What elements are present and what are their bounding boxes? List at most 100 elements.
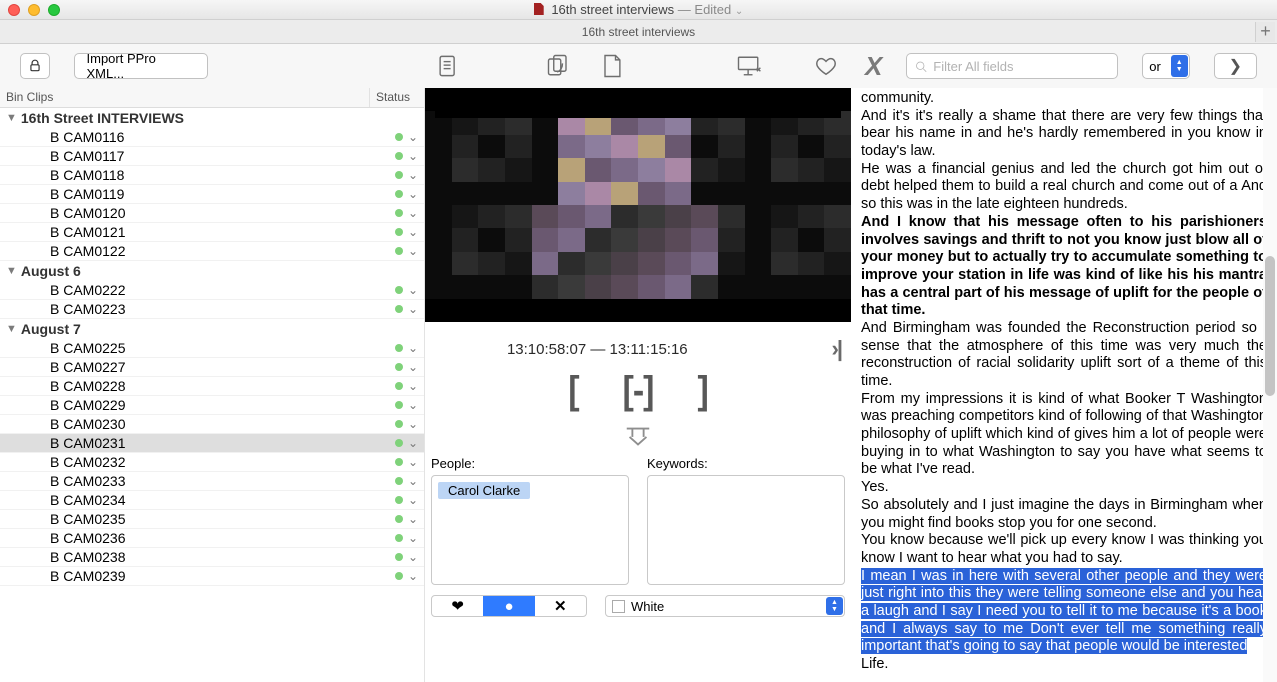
- status-chevron-icon[interactable]: ⌄: [408, 493, 418, 507]
- range-controls: [ [-] ]: [425, 368, 851, 415]
- bin-header-clips[interactable]: Bin Clips: [0, 88, 370, 107]
- status-chevron-icon[interactable]: ⌄: [408, 283, 418, 297]
- title-chevron-icon[interactable]: ⌄: [735, 6, 743, 17]
- lock-button[interactable]: [20, 53, 50, 79]
- bin-clip-row[interactable]: B CAM0222⌄: [0, 281, 424, 300]
- add-tab-button[interactable]: +: [1255, 22, 1275, 42]
- filter-search-input[interactable]: [933, 59, 1109, 74]
- import-ppro-xml-button[interactable]: Import PPro XML...: [74, 53, 209, 79]
- status-chevron-icon[interactable]: ⌄: [408, 187, 418, 201]
- status-dot-icon: [395, 553, 403, 561]
- transcript-paragraph[interactable]: Yes.: [861, 479, 1267, 497]
- clear-range-button[interactable]: [-]: [623, 369, 654, 414]
- bin-clip-row[interactable]: B CAM0119⌄: [0, 185, 424, 204]
- transcript-paragraph[interactable]: And I know that his message often to his…: [861, 214, 1267, 320]
- bin-clip-row[interactable]: B CAM0232⌄: [0, 453, 424, 472]
- scrollbar-thumb[interactable]: [1265, 256, 1275, 396]
- color-label-select[interactable]: White ▲▼: [605, 595, 845, 617]
- bin-clip-row[interactable]: B CAM0230⌄: [0, 415, 424, 434]
- transcript-scrollbar[interactable]: [1263, 88, 1277, 682]
- clip-name: B CAM0120: [50, 205, 395, 221]
- document-icon-btn[interactable]: [598, 51, 627, 81]
- bin-group[interactable]: ▼August 7: [0, 319, 424, 339]
- video-viewer[interactable]: [425, 88, 851, 322]
- transcript-paragraph[interactable]: So absolutely and I just imagine the day…: [861, 497, 1267, 532]
- transcript-text[interactable]: community.And it's it's really a shame t…: [851, 88, 1277, 682]
- desktop-export-icon[interactable]: [734, 51, 763, 81]
- keywords-field[interactable]: [647, 475, 845, 585]
- status-chevron-icon[interactable]: ⌄: [408, 225, 418, 239]
- status-chevron-icon[interactable]: ⌄: [408, 455, 418, 469]
- mark-in-button[interactable]: [: [568, 369, 578, 414]
- status-chevron-icon[interactable]: ⌄: [408, 531, 418, 545]
- bin-clip-row[interactable]: B CAM0121⌄: [0, 223, 424, 242]
- bin-clip-row[interactable]: B CAM0228⌄: [0, 377, 424, 396]
- transcript-paragraph[interactable]: He was a financial genius and led the ch…: [861, 161, 1267, 214]
- skip-to-end-button[interactable]: ›|: [832, 336, 841, 362]
- bin-clip-row[interactable]: B CAM0231⌄: [0, 434, 424, 453]
- rating-segmented-control[interactable]: ❤ ● ✕: [431, 595, 587, 617]
- bin-header-status[interactable]: Status: [370, 88, 424, 107]
- select-stepper-icon: ▲▼: [826, 597, 843, 615]
- status-chevron-icon[interactable]: ⌄: [408, 512, 418, 526]
- filter-search-field[interactable]: [906, 53, 1118, 79]
- mark-out-button[interactable]: ]: [697, 369, 707, 414]
- people-field[interactable]: Carol Clarke: [431, 475, 629, 585]
- status-chevron-icon[interactable]: ⌄: [408, 244, 418, 258]
- status-chevron-icon[interactable]: ⌄: [408, 417, 418, 431]
- bin-clip-row[interactable]: B CAM0229⌄: [0, 396, 424, 415]
- bin-clip-row[interactable]: B CAM0120 ⌄: [0, 204, 424, 223]
- transcript-paragraph[interactable]: Life.: [861, 656, 1267, 674]
- bin-clip-row[interactable]: B CAM0117⌄: [0, 147, 424, 166]
- transcript-paragraph[interactable]: community.: [861, 90, 1267, 108]
- status-chevron-icon[interactable]: ⌄: [408, 168, 418, 182]
- bin-clip-row[interactable]: B CAM0225⌄: [0, 339, 424, 358]
- transcript-paragraph[interactable]: I mean I was in here with several other …: [861, 568, 1267, 656]
- transcript-paragraph[interactable]: And Birmingham was founded the Reconstru…: [861, 320, 1267, 391]
- bin-clip-row[interactable]: B CAM0116⌄: [0, 128, 424, 147]
- bin-clip-row[interactable]: B CAM0238⌄: [0, 548, 424, 567]
- people-tag[interactable]: Carol Clarke: [438, 482, 530, 499]
- status-chevron-icon[interactable]: ⌄: [408, 360, 418, 374]
- document-tab[interactable]: 16th street interviews: [582, 25, 695, 39]
- rating-favorite[interactable]: ❤: [432, 596, 483, 616]
- bin-clip-row[interactable]: B CAM0235⌄: [0, 510, 424, 529]
- bin-clip-row[interactable]: B CAM0227⌄: [0, 358, 424, 377]
- status-chevron-icon[interactable]: ⌄: [408, 569, 418, 583]
- bin-clip-row[interactable]: B CAM0122⌄: [0, 242, 424, 261]
- status-chevron-icon[interactable]: ⌄: [408, 302, 418, 316]
- minimize-window-button[interactable]: [28, 4, 40, 16]
- rating-reject[interactable]: ✕: [535, 596, 586, 616]
- reject-x-icon[interactable]: X: [865, 51, 882, 82]
- status-chevron-icon[interactable]: ⌄: [408, 474, 418, 488]
- status-chevron-icon[interactable]: ⌄: [408, 206, 418, 220]
- transcript-paragraph[interactable]: From my impressions it is kind of what B…: [861, 391, 1267, 479]
- bin-clip-row[interactable]: B CAM0118⌄: [0, 166, 424, 185]
- bin-clip-row[interactable]: B CAM0233⌄: [0, 472, 424, 491]
- close-window-button[interactable]: [8, 4, 20, 16]
- filter-mode-select[interactable]: or ▲▼: [1142, 53, 1189, 79]
- favorite-heart-icon[interactable]: [811, 51, 840, 81]
- status-chevron-icon[interactable]: ⌄: [408, 149, 418, 163]
- status-chevron-icon[interactable]: ⌄: [408, 341, 418, 355]
- bin-group[interactable]: ▼August 6: [0, 261, 424, 281]
- status-chevron-icon[interactable]: ⌄: [408, 550, 418, 564]
- rating-neutral[interactable]: ●: [483, 596, 534, 616]
- bin-list[interactable]: ▼16th Street INTERVIEWSB CAM0116⌄B CAM01…: [0, 108, 424, 682]
- pages-icon[interactable]: [544, 51, 573, 81]
- status-chevron-icon[interactable]: ⌄: [408, 436, 418, 450]
- bin-clip-row[interactable]: B CAM0223⌄: [0, 300, 424, 319]
- transcript-paragraph[interactable]: And it's it's really a shame that there …: [861, 108, 1267, 161]
- status-chevron-icon[interactable]: ⌄: [408, 379, 418, 393]
- bin-group[interactable]: ▼16th Street INTERVIEWS: [0, 108, 424, 128]
- bin-clip-row[interactable]: B CAM0234⌄: [0, 491, 424, 510]
- status-chevron-icon[interactable]: ⌄: [408, 398, 418, 412]
- transcript-paragraph[interactable]: You know because we'll pick up every kno…: [861, 532, 1267, 567]
- status-chevron-icon[interactable]: ⌄: [408, 130, 418, 144]
- bin-clip-row[interactable]: B CAM0236⌄: [0, 529, 424, 548]
- bin-clip-row[interactable]: B CAM0239⌄: [0, 567, 424, 586]
- next-result-button[interactable]: ❯: [1214, 53, 1257, 79]
- copy-icon[interactable]: [433, 51, 462, 81]
- insert-down-button[interactable]: [425, 415, 851, 456]
- zoom-window-button[interactable]: [48, 4, 60, 16]
